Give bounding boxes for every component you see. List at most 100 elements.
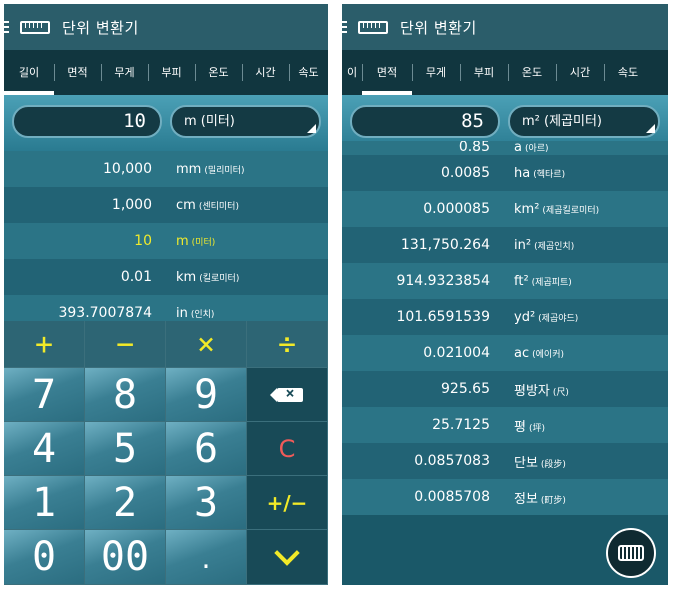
unit-select[interactable]: m² (제곱미터) <box>508 105 660 138</box>
ruler-icon <box>20 20 50 34</box>
result-row[interactable]: 0.01 km (킬로미터) <box>4 259 328 295</box>
result-row[interactable]: 25.7125 평 (坪) <box>342 407 668 443</box>
digit-9-button[interactable]: 9 <box>166 368 247 422</box>
keypad: + − × ÷ 7 8 9 4 5 6 C 1 2 3 +/− 0 00 . <box>4 321 328 585</box>
result-value: 0.0085708 <box>414 489 490 505</box>
result-unit: 평방자 (尺) <box>514 383 569 399</box>
tab-length[interactable]: 이 <box>342 50 362 95</box>
keyboard-icon <box>618 545 644 561</box>
digit-8-button[interactable]: 8 <box>85 368 166 422</box>
show-keypad-button[interactable] <box>606 528 656 578</box>
result-row[interactable]: 0.000085 km² (제곱킬로미터) <box>342 191 668 227</box>
result-unit: in² (제곱인치) <box>514 237 575 253</box>
result-row[interactable]: 1,000 cm (센티미터) <box>4 187 328 223</box>
collapse-keypad-button[interactable] <box>247 530 328 585</box>
result-unit: 평 (坪) <box>514 419 545 435</box>
result-value: 25.7125 <box>432 417 490 433</box>
result-unit: km² (제곱킬로미터) <box>514 201 600 217</box>
result-value: 0.021004 <box>423 345 490 361</box>
digit-00-button[interactable]: 00 <box>85 530 166 585</box>
result-value: 393.7007874 <box>58 305 152 321</box>
result-unit: 정보 (町步) <box>514 491 566 507</box>
app-title: 단위 변환기 <box>400 18 477 37</box>
result-value: 914.9323854 <box>396 273 490 289</box>
result-unit: 단보 (段步) <box>514 455 566 471</box>
app-bar: 단위 변환기 <box>342 4 668 50</box>
result-row[interactable]: 101.6591539 yd² (제곱야드) <box>342 299 668 335</box>
value-input[interactable]: 85 <box>350 105 500 138</box>
digit-0-button[interactable]: 0 <box>4 530 85 585</box>
tab-weight[interactable]: 무게 <box>412 50 460 95</box>
result-row[interactable]: 0.0085708 정보 (町步) <box>342 479 668 515</box>
tab-speed[interactable]: 속도 <box>289 50 328 95</box>
result-row[interactable]: 10,000 mm (밀리미터) <box>4 151 328 187</box>
result-unit: a (아르) <box>514 141 549 155</box>
result-value: 925.65 <box>441 381 490 397</box>
result-row[interactable]: 0.0857083 단보 (段步) <box>342 443 668 479</box>
backspace-button[interactable] <box>247 368 328 422</box>
result-unit: ac (에이커) <box>514 345 564 361</box>
result-value: 0.0857083 <box>414 453 490 469</box>
tab-length[interactable]: 길이 <box>4 50 54 95</box>
tab-volume[interactable]: 부피 <box>460 50 508 95</box>
result-row-selected[interactable]: 10 m (미터) <box>4 223 328 259</box>
results-list: 10,000 mm (밀리미터) 1,000 cm (센티미터) 10 m (미터) … <box>4 151 328 331</box>
digit-5-button[interactable]: 5 <box>85 422 166 476</box>
left-screen: 단위 변환기 길이 면적 무게 부피 온도 시간 속도 10 m (미터) 10… <box>4 4 328 585</box>
app-bar: 단위 변환기 <box>4 4 328 50</box>
results-list: 0.85 a (아르) 0.0085 ha (헥타르) 0.000085 km² (제… <box>342 141 668 515</box>
digit-7-button[interactable]: 7 <box>4 368 85 422</box>
tab-temperature[interactable]: 온도 <box>195 50 242 95</box>
result-value: 10,000 <box>103 161 152 177</box>
plus-button[interactable]: + <box>4 321 85 368</box>
input-row: 10 m (미터) <box>4 95 328 151</box>
tab-time[interactable]: 시간 <box>556 50 604 95</box>
result-value: 1,000 <box>111 197 152 213</box>
tab-volume[interactable]: 부피 <box>148 50 195 95</box>
result-value: 0.01 <box>120 269 152 285</box>
result-value: 101.6591539 <box>396 309 490 325</box>
digit-3-button[interactable]: 3 <box>166 476 247 530</box>
digit-6-button[interactable]: 6 <box>166 422 247 476</box>
result-row[interactable]: 0.021004 ac (에이커) <box>342 335 668 371</box>
plus-minus-button[interactable]: +/− <box>247 476 328 530</box>
category-tabs: 이 면적 무게 부피 온도 시간 속도 <box>342 50 668 95</box>
result-row[interactable]: 131,750.264 in² (제곱인치) <box>342 227 668 263</box>
result-row-partial[interactable]: 0.85 a (아르) <box>342 141 668 155</box>
backspace-icon <box>270 384 303 402</box>
tab-temperature[interactable]: 온도 <box>508 50 556 95</box>
multiply-button[interactable]: × <box>166 321 247 368</box>
tab-speed[interactable]: 속도 <box>604 50 652 95</box>
digit-2-button[interactable]: 2 <box>85 476 166 530</box>
result-row[interactable]: 914.9323854 ft² (제곱피트) <box>342 263 668 299</box>
result-unit: m (미터) <box>176 233 216 249</box>
app-title: 단위 변환기 <box>62 18 139 37</box>
result-value: 10 <box>134 233 152 249</box>
tab-area[interactable]: 면적 <box>54 50 101 95</box>
chevron-down-icon <box>274 540 300 566</box>
digit-4-button[interactable]: 4 <box>4 422 85 476</box>
result-unit: cm (센티미터) <box>176 197 239 213</box>
category-tabs: 길이 면적 무게 부피 온도 시간 속도 <box>4 50 328 95</box>
result-unit: ha (헥타르) <box>514 165 566 181</box>
tab-weight[interactable]: 무게 <box>101 50 148 95</box>
result-value: 0.000085 <box>423 201 490 217</box>
result-unit: ft² (제곱피트) <box>514 273 572 289</box>
tab-area[interactable]: 면적 <box>362 50 412 95</box>
result-unit: yd² (제곱야드) <box>514 309 579 325</box>
menu-icon[interactable] <box>4 21 14 33</box>
value-input[interactable]: 10 <box>12 105 162 138</box>
result-unit: mm (밀리미터) <box>176 161 245 177</box>
unit-select[interactable]: m (미터) <box>170 105 321 138</box>
tab-time[interactable]: 시간 <box>242 50 289 95</box>
minus-button[interactable]: − <box>85 321 166 368</box>
result-row[interactable]: 0.0085 ha (헥타르) <box>342 155 668 191</box>
result-row[interactable]: 925.65 평방자 (尺) <box>342 371 668 407</box>
clear-button[interactable]: C <box>247 422 328 476</box>
result-unit: in (인치) <box>176 305 215 321</box>
result-value: 131,750.264 <box>400 237 490 253</box>
digit-1-button[interactable]: 1 <box>4 476 85 530</box>
decimal-button[interactable]: . <box>166 530 247 585</box>
menu-icon[interactable] <box>342 21 352 33</box>
divide-button[interactable]: ÷ <box>247 321 328 368</box>
